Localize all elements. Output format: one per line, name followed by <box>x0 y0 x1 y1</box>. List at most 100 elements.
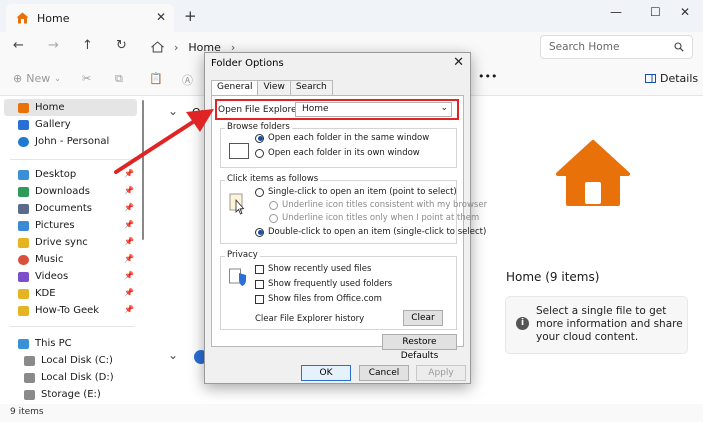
copy-icon[interactable]: ⧉ <box>115 72 123 86</box>
chevron-down-icon[interactable]: ⌄ <box>168 104 178 118</box>
sidebar-item-this-pc[interactable]: This PC <box>4 335 137 352</box>
chevron-down-icon[interactable]: ⌄ <box>168 348 178 362</box>
radio-underline-browser[interactable]: Underline icon titles consistent with my… <box>269 200 487 210</box>
sidebar-item-gallery[interactable]: Gallery <box>4 116 137 133</box>
checkbox[interactable] <box>255 279 264 289</box>
home-icon <box>16 12 29 24</box>
pin-icon[interactable]: 📌 <box>124 288 134 297</box>
pin-icon[interactable]: 📌 <box>124 254 134 263</box>
browse-folders-group: Browse folders Open each folder in the s… <box>220 122 457 168</box>
sidebar-item-label: Videos <box>35 271 69 282</box>
tab-close-icon[interactable]: ✕ <box>156 10 166 24</box>
details-button[interactable]: Details <box>645 72 698 85</box>
music-icon <box>18 254 29 265</box>
maximize-button[interactable]: ☐ <box>650 5 661 19</box>
sidebar-item-label: Documents <box>35 203 93 214</box>
radio-double-click[interactable]: Double-click to open an item (single-cli… <box>255 227 486 237</box>
sidebar-item-downloads[interactable]: Downloads 📌 <box>4 183 137 200</box>
general-tab-panel: Open File Explorer to: Home ⌄ Browse fol… <box>211 95 487 361</box>
tab-view[interactable]: View <box>257 80 291 96</box>
sidebar-item-kde[interactable]: KDE 📌 <box>4 285 137 302</box>
pin-icon[interactable]: 📌 <box>124 203 134 212</box>
more-options-icon[interactable]: ••• <box>478 70 497 83</box>
sidebar-item-pictures[interactable]: Pictures 📌 <box>4 217 137 234</box>
apply-button[interactable]: Apply <box>416 365 466 381</box>
checkbox[interactable] <box>255 264 264 274</box>
sidebar-item-label: KDE <box>35 288 56 299</box>
sidebar-item-storage-e[interactable]: Storage (E:) <box>4 386 137 403</box>
radio-label: Open each folder in its own window <box>268 148 420 158</box>
paste-icon[interactable]: 📋 <box>149 72 163 85</box>
drive-icon <box>24 389 35 400</box>
sidebar-item-home[interactable]: Home <box>4 99 137 116</box>
search-box[interactable] <box>540 35 693 59</box>
home-large-icon <box>556 140 630 206</box>
search-input[interactable] <box>549 41 659 53</box>
sidebar-item-music[interactable]: Music 📌 <box>4 251 137 268</box>
sidebar-item-documents[interactable]: Documents 📌 <box>4 200 137 217</box>
clear-history-label: Clear File Explorer history <box>255 314 365 324</box>
radio-button[interactable] <box>255 133 264 143</box>
radio-button[interactable] <box>269 200 278 210</box>
radio-own-window[interactable]: Open each folder in its own window <box>255 148 420 158</box>
title-bar: Home ✕ + — ☐ ✕ <box>0 0 703 32</box>
pin-icon[interactable]: 📌 <box>124 186 134 195</box>
restore-defaults-button[interactable]: Restore Defaults <box>382 334 457 361</box>
pictures-icon <box>18 220 29 231</box>
sidebar-item-how-to-geek[interactable]: How-To Geek 📌 <box>4 302 137 319</box>
chevron-down-icon: ⌄ <box>54 74 61 83</box>
status-bar: 9 items <box>0 404 703 422</box>
radio-button[interactable] <box>255 187 264 197</box>
red-highlight-box <box>215 99 459 120</box>
ok-button[interactable]: OK <box>301 365 351 381</box>
checkbox-recent-files[interactable]: Show recently used files <box>255 264 371 274</box>
radio-button[interactable] <box>255 227 264 237</box>
checkbox-office-files[interactable]: Show files from Office.com <box>255 294 382 304</box>
clear-button[interactable]: Clear <box>403 310 443 326</box>
up-arrow-icon[interactable]: ↑ <box>82 38 93 53</box>
rename-icon[interactable]: Ⓐ <box>182 72 193 88</box>
refresh-icon[interactable]: ↻ <box>116 38 127 53</box>
sidebar-item-onedrive[interactable]: John - Personal <box>4 133 137 150</box>
new-button[interactable]: ⊕ New ⌄ <box>13 72 61 85</box>
back-arrow-icon[interactable]: ← <box>13 38 24 53</box>
sidebar-item-desktop[interactable]: Desktop 📌 <box>4 166 137 183</box>
folder-icon <box>18 237 29 248</box>
minimize-button[interactable]: — <box>610 5 622 19</box>
forward-arrow-icon[interactable]: → <box>48 38 59 53</box>
tab-search[interactable]: Search <box>289 80 333 96</box>
pin-icon[interactable]: 📌 <box>124 271 134 280</box>
radio-single-click[interactable]: Single-click to open an item (point to s… <box>255 187 457 197</box>
checkbox-frequent-folders[interactable]: Show frequently used folders <box>255 279 392 289</box>
browse-folders-legend: Browse folders <box>225 122 292 132</box>
drive-icon <box>24 355 35 366</box>
sidebar-item-local-disk-d[interactable]: Local Disk (D:) <box>4 369 137 386</box>
radio-button[interactable] <box>255 148 264 158</box>
pin-icon[interactable]: 📌 <box>124 305 134 314</box>
info-icon: i <box>516 317 529 330</box>
tab-home[interactable]: Home ✕ <box>6 4 174 32</box>
documents-icon <box>18 203 29 214</box>
checkbox[interactable] <box>255 294 264 304</box>
cut-icon[interactable]: ✂ <box>82 72 91 85</box>
cancel-button[interactable]: Cancel <box>359 365 409 381</box>
dialog-close-icon[interactable]: ✕ <box>453 55 464 70</box>
privacy-legend: Privacy <box>225 250 260 260</box>
radio-button[interactable] <box>269 213 278 223</box>
sidebar-item-drive-sync[interactable]: Drive sync 📌 <box>4 234 137 251</box>
radio-label: Double-click to open an item (single-cli… <box>268 227 487 237</box>
new-tab-button[interactable]: + <box>184 7 197 25</box>
radio-underline-point[interactable]: Underline icon titles only when I point … <box>269 213 479 223</box>
sidebar-item-videos[interactable]: Videos 📌 <box>4 268 137 285</box>
sidebar-item-local-disk-c[interactable]: Local Disk (C:) <box>4 352 137 369</box>
close-button[interactable]: ✕ <box>680 5 690 19</box>
sidebar-item-label: Drive sync <box>35 237 88 248</box>
search-icon <box>674 42 684 52</box>
pin-icon[interactable]: 📌 <box>124 237 134 246</box>
radio-same-window[interactable]: Open each folder in the same window <box>255 133 429 143</box>
folder-icon <box>18 305 29 316</box>
sidebar-divider <box>10 159 135 160</box>
checkbox-label: Show recently used files <box>268 264 372 274</box>
pin-icon[interactable]: 📌 <box>124 169 134 178</box>
pin-icon[interactable]: 📌 <box>124 220 134 229</box>
